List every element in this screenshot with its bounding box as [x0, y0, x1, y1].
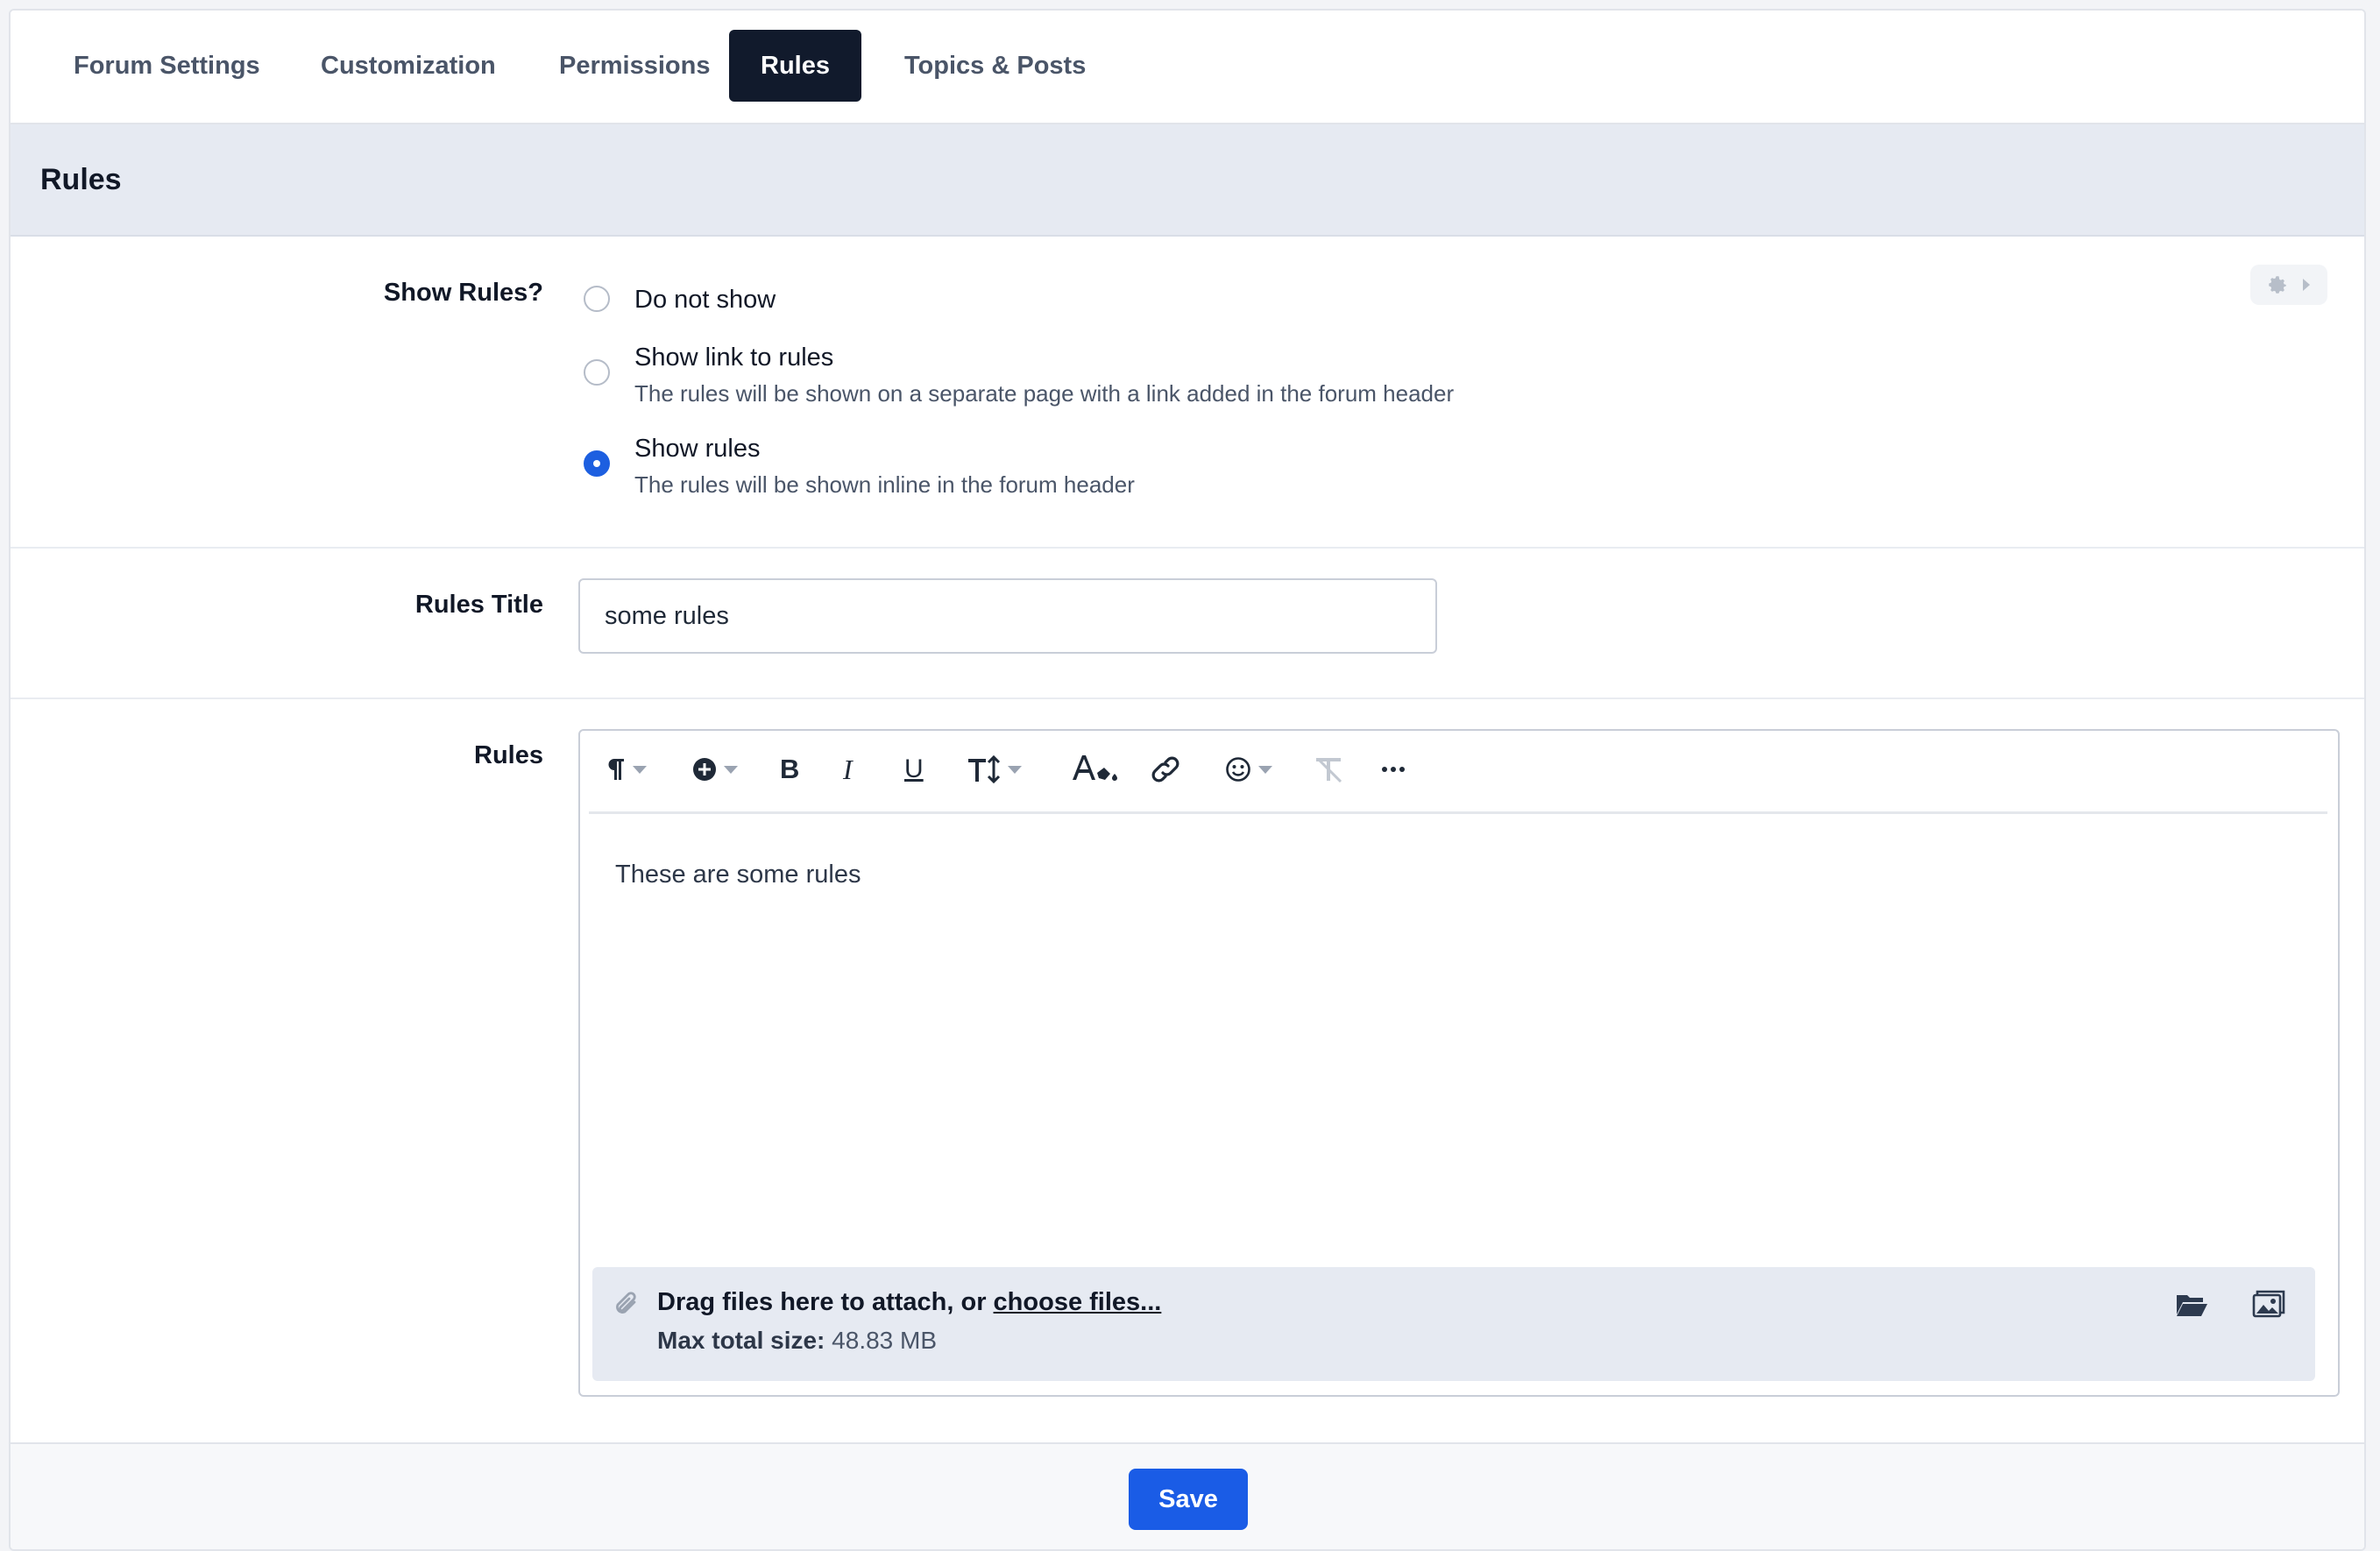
emoji-button[interactable] — [1225, 750, 1272, 789]
choose-files-link[interactable]: choose files... — [994, 1288, 1162, 1316]
rules-editor[interactable]: B I U These are some rules Drag files he… — [578, 729, 2340, 1397]
text-color-button[interactable] — [1071, 750, 1118, 789]
max-size-info: Max total size: 48.83 MB — [657, 1327, 937, 1355]
rules-editor-label: Rules — [474, 741, 543, 769]
show-rules-label: Show Rules? — [383, 279, 543, 307]
plus-circle-icon — [693, 758, 716, 781]
underline-button[interactable]: U — [904, 750, 924, 789]
rules-title-input[interactable]: some rules — [578, 578, 1437, 654]
bold-icon: B — [780, 754, 800, 784]
option-settings-toggle[interactable] — [2250, 265, 2327, 305]
italic-button[interactable]: I — [843, 750, 853, 789]
attach-prompt-text: Drag files here to attach, or — [657, 1288, 994, 1316]
forum-settings-page: Forum Settings Customization Permissions… — [9, 9, 2366, 1551]
underline-icon: U — [904, 754, 924, 783]
section-header: Rules — [11, 124, 2364, 237]
caret-right-icon — [2303, 279, 2310, 291]
folder-open-icon[interactable] — [2175, 1292, 2208, 1318]
radio-button-selected[interactable] — [584, 450, 610, 477]
tab-topics-posts[interactable]: Topics & Posts — [873, 30, 1117, 102]
paragraph-icon — [608, 759, 624, 780]
radio-label: Show rules — [634, 435, 761, 463]
rules-title-label: Rules Title — [414, 591, 543, 619]
save-button[interactable]: Save — [1129, 1469, 1248, 1530]
editor-content[interactable]: These are some rules — [615, 860, 861, 889]
font-size-icon — [968, 755, 1001, 783]
image-icon[interactable] — [2252, 1290, 2285, 1318]
tab-customization[interactable]: Customization — [289, 30, 528, 102]
gear-icon — [2269, 276, 2286, 294]
max-size-label: Max total size: — [657, 1327, 825, 1354]
attach-prompt: Drag files here to attach, or choose fil… — [657, 1288, 1161, 1317]
section-title: Rules — [40, 163, 122, 196]
paperclip-icon — [616, 1292, 636, 1314]
radio-button[interactable] — [584, 359, 610, 386]
clear-formatting-icon — [1316, 757, 1342, 783]
paragraph-format-button[interactable] — [606, 750, 647, 789]
form-footer: Save — [11, 1442, 2364, 1549]
link-button[interactable] — [1150, 750, 1181, 789]
link-icon — [1151, 756, 1179, 783]
more-options-button[interactable] — [1381, 750, 1406, 789]
divider — [11, 698, 2364, 699]
emoji-icon — [1226, 757, 1250, 782]
tab-bar: Forum Settings Customization Permissions… — [11, 11, 2364, 124]
tab-rules[interactable]: Rules — [729, 30, 861, 102]
radio-button[interactable] — [584, 286, 610, 312]
more-icon — [1382, 767, 1405, 772]
radio-description: The rules will be shown inline in the fo… — [634, 471, 1135, 498]
radio-label: Do not show — [634, 286, 776, 314]
attachment-dropzone[interactable]: Drag files here to attach, or choose fil… — [592, 1267, 2315, 1381]
radio-description: The rules will be shown on a separate pa… — [634, 380, 1455, 407]
radio-label: Show link to rules — [634, 343, 834, 372]
text-color-icon — [1073, 755, 1117, 781]
insert-button[interactable] — [692, 750, 738, 789]
divider — [11, 547, 2364, 549]
clear-formatting-button[interactable] — [1313, 750, 1346, 789]
editor-toolbar: B I U — [589, 731, 2327, 814]
font-size-button[interactable] — [967, 750, 1022, 789]
tab-permissions[interactable]: Permissions — [528, 30, 741, 102]
bold-button[interactable]: B — [780, 750, 799, 789]
tab-forum-settings[interactable]: Forum Settings — [42, 30, 292, 102]
italic-icon: I — [843, 753, 853, 785]
max-size-value: 48.83 MB — [825, 1327, 938, 1354]
